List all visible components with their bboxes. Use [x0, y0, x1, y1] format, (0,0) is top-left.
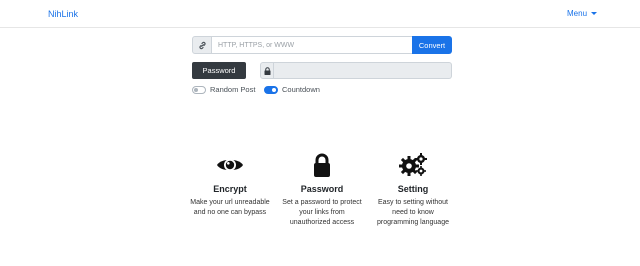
countdown-toggle[interactable]: Countdown	[264, 85, 320, 94]
menu-label: Menu	[567, 9, 588, 18]
feature-password: Password Set a password to protect your …	[282, 152, 362, 228]
feature-description: Make your url unreadable and no one can …	[190, 199, 270, 216]
password-field-group	[260, 62, 452, 79]
feature-setting: Setting Easy to setting without need to …	[373, 152, 453, 228]
countdown-switch[interactable]	[264, 85, 278, 94]
eye-icon	[190, 152, 270, 178]
feature-title: Encrypt	[213, 184, 247, 194]
small-lock-icon	[260, 62, 274, 79]
url-form: Convert	[192, 36, 452, 54]
caret-down-icon	[591, 12, 598, 15]
password-input[interactable]	[274, 62, 452, 79]
countdown-label: Countdown	[282, 85, 320, 94]
feature-description: Set a password to protect your links fro…	[282, 199, 362, 226]
gears-icon	[373, 152, 453, 178]
convert-button[interactable]: Convert	[412, 36, 452, 54]
random-post-toggle[interactable]: Random Post	[192, 85, 255, 94]
feature-title: Password	[300, 184, 344, 194]
link-icon	[192, 36, 212, 54]
lock-icon	[282, 152, 362, 178]
brand-link[interactable]: NihLink	[48, 9, 78, 19]
random-post-label: Random Post	[210, 85, 256, 94]
feature-title: Setting	[397, 184, 429, 194]
navbar: NihLink Menu	[0, 0, 640, 28]
feature-encrypt: Encrypt Make your url unreadable and no …	[190, 152, 270, 218]
random-post-switch[interactable]	[192, 85, 206, 94]
url-input[interactable]	[212, 36, 412, 54]
password-button[interactable]: Password	[192, 62, 246, 79]
menu-dropdown[interactable]: Menu	[567, 9, 598, 18]
feature-description: Easy to setting without need to know pro…	[377, 199, 449, 226]
